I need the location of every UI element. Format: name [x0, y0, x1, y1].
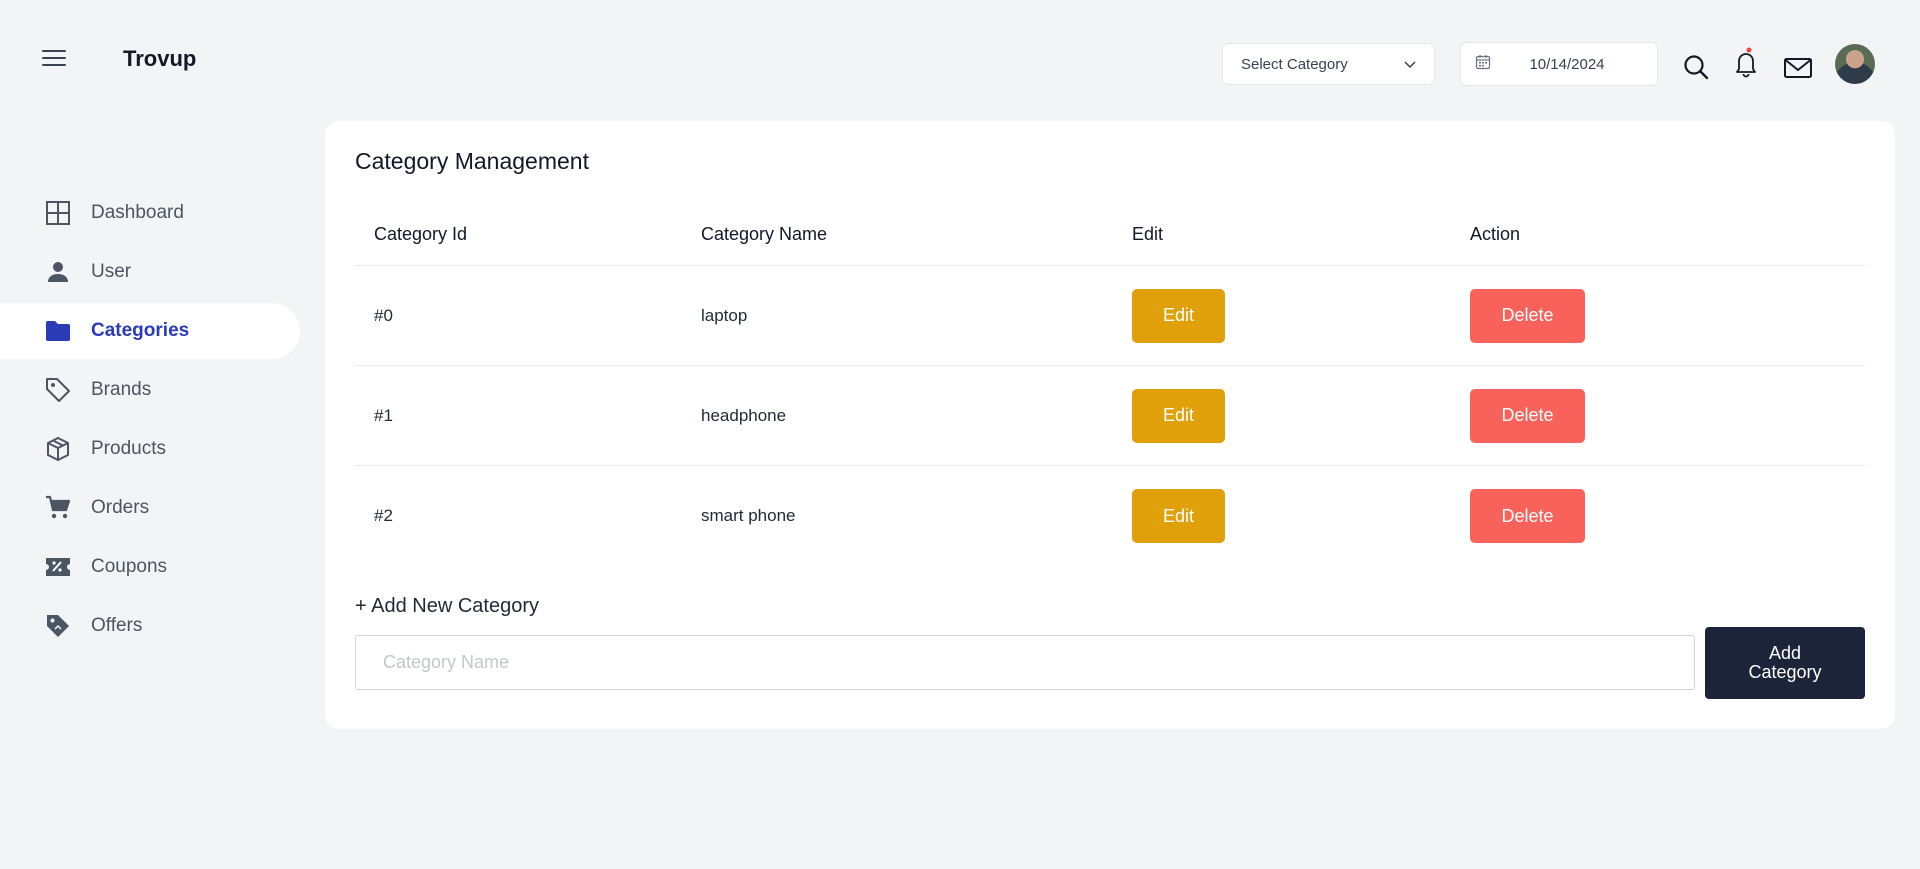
add-category-button[interactable]: Add Category	[1705, 627, 1865, 699]
app-brand: Trovup	[123, 46, 197, 71]
delete-button[interactable]: Delete	[1470, 489, 1585, 543]
date-value: 10/14/2024	[1529, 55, 1605, 73]
grid-icon	[44, 199, 72, 227]
sidebar: Dashboard User Categories Brands Product…	[0, 185, 300, 657]
category-name-cell: headphone	[701, 405, 787, 425]
delete-button[interactable]: Delete	[1470, 388, 1585, 443]
sidebar-item-categories[interactable]: Categories	[0, 303, 300, 359]
tag-icon	[44, 376, 72, 404]
search-icon[interactable]	[1681, 52, 1711, 82]
sidebar-item-label: Coupons	[91, 556, 168, 577]
sidebar-item-label: Products	[91, 438, 166, 459]
chevron-down-icon	[1404, 56, 1416, 73]
sidebar-item-label: Offers	[91, 615, 143, 636]
calendar-icon	[1475, 54, 1491, 74]
sidebar-item-offers[interactable]: Offers	[0, 598, 300, 654]
column-header-edit: Edit	[1132, 224, 1164, 244]
page-title: Category Management	[355, 148, 589, 174]
bell-icon[interactable]	[1731, 46, 1761, 78]
sidebar-item-coupons[interactable]: Coupons	[0, 539, 300, 595]
edit-button[interactable]: Edit	[1132, 489, 1225, 543]
category-table: Category Id Category Name Edit Action #0…	[355, 183, 1865, 566]
category-name-cell: laptop	[701, 305, 748, 325]
category-select-value: Select Category	[1241, 55, 1348, 73]
category-select[interactable]: Select Category	[1222, 43, 1435, 85]
sidebar-item-label: Orders	[91, 497, 150, 518]
edit-button[interactable]: Edit	[1132, 288, 1225, 343]
sidebar-item-orders[interactable]: Orders	[0, 480, 300, 536]
column-header-action: Action	[1470, 224, 1521, 244]
sidebar-item-products[interactable]: Products	[0, 421, 300, 477]
menu-icon[interactable]	[42, 50, 66, 68]
avatar[interactable]	[1835, 44, 1875, 84]
table-row: #0 laptop Edit Delete	[355, 266, 1865, 366]
category-name-input[interactable]	[355, 635, 1695, 690]
column-header-name: Category Name	[701, 224, 828, 244]
folder-icon	[44, 317, 72, 345]
edit-button[interactable]: Edit	[1132, 388, 1225, 443]
sidebar-item-brands[interactable]: Brands	[0, 362, 300, 418]
category-id-cell: #1	[374, 405, 393, 425]
user-icon	[44, 258, 72, 286]
offer-tag-icon	[44, 612, 72, 640]
sidebar-item-dashboard[interactable]: Dashboard	[0, 185, 300, 241]
date-picker[interactable]: 10/14/2024	[1460, 42, 1658, 86]
add-category-label: + Add New Category	[355, 595, 539, 617]
table-row: #1 headphone Edit Delete	[355, 366, 1865, 466]
box-icon	[44, 435, 72, 463]
mail-icon[interactable]	[1782, 52, 1812, 82]
sidebar-item-label: Categories	[91, 320, 190, 341]
delete-button[interactable]: Delete	[1470, 288, 1585, 343]
table-header: Category Id Category Name Edit Action	[355, 183, 1865, 266]
sidebar-item-label: Brands	[91, 379, 152, 400]
coupon-icon	[44, 553, 72, 581]
category-id-cell: #2	[374, 506, 393, 525]
category-management-card: Category Management Category Id Category…	[325, 121, 1895, 729]
table-row: #2 smart phone Edit Delete	[355, 466, 1865, 566]
sidebar-item-label: User	[91, 261, 132, 282]
category-name-cell: smart phone	[701, 506, 796, 525]
sidebar-item-user[interactable]: User	[0, 244, 300, 300]
category-id-cell: #0	[374, 305, 393, 325]
cart-icon	[44, 494, 72, 522]
column-header-id: Category Id	[374, 224, 468, 244]
sidebar-item-label: Dashboard	[91, 202, 184, 223]
